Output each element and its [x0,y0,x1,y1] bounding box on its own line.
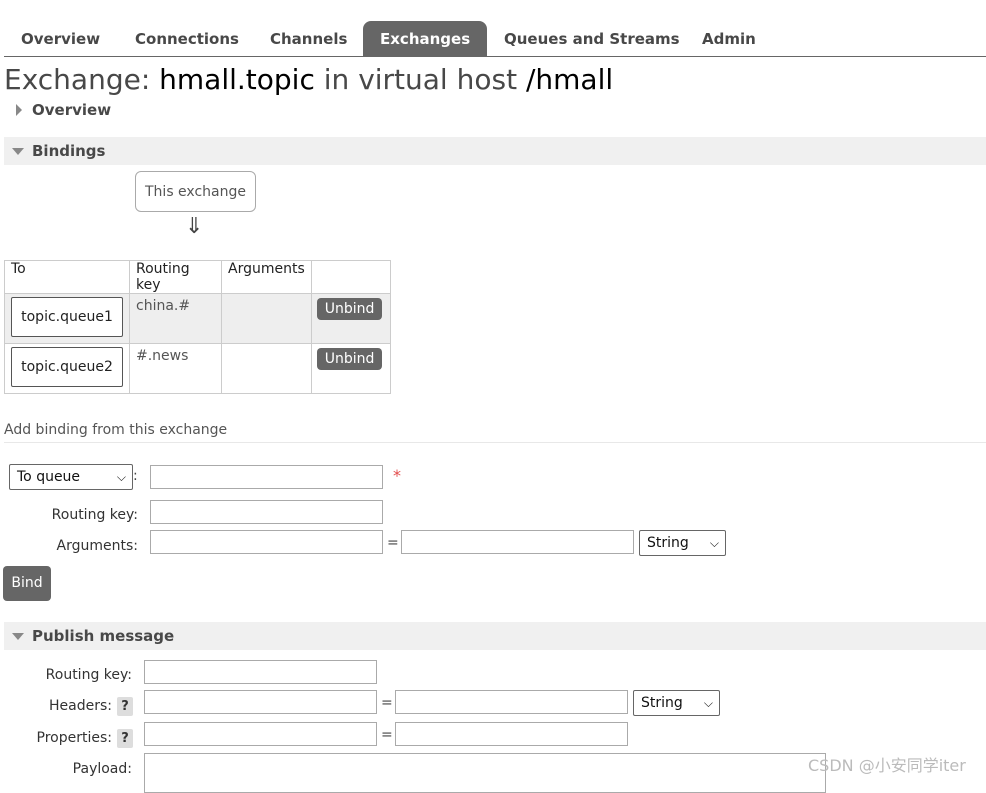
section-overview-label: Overview [32,101,112,119]
vhost-name: /hmall [525,63,614,96]
section-publish-toggle[interactable]: Publish message [4,622,986,650]
title-prefix: Exchange: [4,63,151,96]
cell-to: topic.queue2 [4,343,130,394]
properties-label: Properties: [36,730,112,746]
queue-link[interactable]: topic.queue2 [11,347,123,387]
argument-value-input[interactable] [401,530,634,554]
cell-actions: Unbind [310,293,391,344]
payload-label: Payload: [72,761,132,777]
argument-type-select[interactable]: String ⌵ [639,530,726,556]
tab-channels[interactable]: Channels [253,21,364,57]
tab-connections[interactable]: Connections [118,21,256,57]
colon-separator: : [133,468,138,484]
bindings-header-row: To Routing key Arguments [4,260,391,294]
argument-key-input[interactable] [150,530,383,554]
section-bindings-label: Bindings [32,142,106,160]
publish-routing-key-label: Routing key: [45,667,132,683]
payload-textarea[interactable] [144,753,826,793]
cell-arguments [221,343,312,394]
chevron-down-icon: ⌵ [116,470,126,484]
cell-routing-key: china.# [129,293,222,344]
col-actions [310,260,391,294]
main-nav-tabs: Overview Connections Channels Exchanges … [4,20,986,57]
equals-sign: = [381,695,393,711]
expanded-triangle-icon [12,148,24,155]
section-publish-label: Publish message [32,627,175,645]
properties-help-icon[interactable]: ? [117,729,133,748]
unbind-button[interactable]: Unbind [316,298,383,320]
publish-routing-key-input[interactable] [144,660,377,684]
collapsed-triangle-icon [16,104,22,116]
header-type-select[interactable]: String ⌵ [633,690,720,716]
expanded-triangle-icon [12,633,24,640]
bind-button[interactable]: Bind [3,566,51,601]
col-routing-key: Routing key [129,260,222,294]
header-type-value: String [641,695,683,711]
chevron-down-icon: ⌵ [709,536,719,550]
argument-type-value: String [647,535,689,551]
property-key-input[interactable] [144,722,377,746]
queue-link[interactable]: topic.queue1 [11,297,123,337]
tab-admin[interactable]: Admin [685,21,773,57]
section-bindings-toggle[interactable]: Bindings [4,137,986,165]
header-value-input[interactable] [395,690,628,714]
exchange-name: hmall.topic [159,63,315,96]
tab-overview[interactable]: Overview [4,21,117,57]
arguments-label: Arguments: [56,538,138,554]
bindings-table: To Routing key Arguments topic.queue1 ch… [4,260,391,394]
destination-input[interactable] [150,465,383,489]
tab-queues-and-streams[interactable]: Queues and Streams [487,21,697,57]
add-binding-heading: Add binding from this exchange [4,422,986,443]
table-row: topic.queue2 #.news Unbind [4,343,391,394]
destination-type-select[interactable]: To queue ⌵ [9,464,133,490]
routing-key-label: Routing key: [51,507,138,523]
page-title: Exchange: hmall.topic in virtual host /h… [4,60,613,100]
headers-help-icon[interactable]: ? [117,697,133,716]
routing-key-input[interactable] [150,500,383,524]
section-overview-toggle[interactable]: Overview [4,96,986,124]
property-value-input[interactable] [395,722,628,746]
required-mark: * [393,466,401,485]
cell-routing-key: #.news [129,343,222,394]
table-row: topic.queue1 china.# Unbind [4,293,391,344]
equals-sign: = [387,535,399,551]
headers-label: Headers: [49,698,112,714]
cell-to: topic.queue1 [4,293,130,344]
title-middle: in virtual host [323,63,518,96]
watermark-text: CSDN @小安同学iter [808,756,966,775]
col-arguments: Arguments [221,260,312,294]
col-to: To [4,260,130,294]
this-exchange-box: This exchange [135,171,256,212]
cell-arguments [221,293,312,344]
header-key-input[interactable] [144,690,377,714]
chevron-down-icon: ⌵ [703,696,713,710]
destination-type-value: To queue [17,469,81,485]
cell-actions: Unbind [310,343,391,394]
equals-sign: = [381,727,393,743]
unbind-button[interactable]: Unbind [316,348,383,370]
down-arrow-icon: ⇓ [185,214,204,239]
tab-exchanges[interactable]: Exchanges [363,21,488,57]
